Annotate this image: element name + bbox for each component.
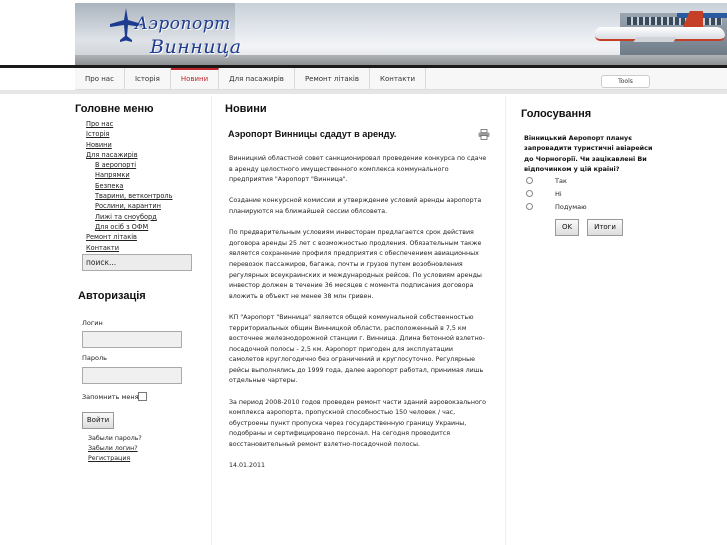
submenu-link[interactable]: Тварини, ветконтроль: [95, 191, 173, 201]
poll-results-button[interactable]: Итоги: [587, 219, 623, 236]
submenu-link[interactable]: Для осіб з ОФМ: [95, 222, 173, 232]
poll-question: Вінницький Аеропорт планує запровадити т…: [524, 134, 653, 174]
poll-title: Голосування: [521, 108, 592, 120]
forgot-password-link[interactable]: Забыли пароль?: [88, 435, 142, 442]
menu-link[interactable]: Історія: [86, 129, 173, 139]
submenu-link[interactable]: В аеропорті: [95, 160, 173, 170]
nav-item[interactable]: Ремонт літаків: [295, 68, 370, 89]
article-paragraph: КП "Аэропорт "Винница" является общей ко…: [229, 313, 485, 385]
radio-icon[interactable]: [526, 177, 533, 184]
article-paragraph: По предварительным условиям инвесторам п…: [229, 229, 482, 300]
article-paragraph: Винницкий областной совет санкционировал…: [229, 155, 487, 184]
column-divider: [211, 96, 212, 545]
forgot-login-link[interactable]: Забыли логин?: [88, 445, 138, 452]
article-date: 14.01.2011: [229, 462, 266, 470]
nav-divider: [0, 90, 727, 94]
nav-item[interactable]: Історія: [125, 68, 171, 89]
login-field[interactable]: [82, 331, 182, 348]
poll-ok-button[interactable]: OK: [555, 219, 579, 236]
login-button[interactable]: Войти: [82, 412, 114, 429]
logo-text-line1[interactable]: Аэропорт: [135, 14, 231, 34]
remember-checkbox[interactable]: [138, 392, 147, 401]
tools-button[interactable]: Tools: [601, 75, 650, 88]
poll-option-label: Ні: [555, 190, 562, 198]
menu-link[interactable]: Про нас: [86, 119, 173, 129]
menu-link[interactable]: Контакти: [86, 243, 173, 253]
password-label: Пароль: [82, 354, 107, 362]
submenu-link[interactable]: Лижі та сноуборд: [95, 212, 173, 222]
menu-link[interactable]: Новини: [86, 140, 173, 150]
poll-option-label: Так: [555, 177, 567, 185]
submenu-link[interactable]: Безпека: [95, 181, 173, 191]
search-input[interactable]: поиск...: [82, 254, 192, 271]
nav-item[interactable]: Контакти: [370, 68, 427, 89]
poll-radio-no[interactable]: [526, 190, 533, 197]
logo-text-line2[interactable]: Винница: [150, 36, 242, 58]
main-menu: Про нас Історія Новини Для пасажирів В аероп…: [86, 119, 173, 253]
nav-item[interactable]: Про нас: [75, 68, 125, 89]
submenu-link[interactable]: Напрямки: [95, 170, 173, 180]
remember-label: Запомнить меня: [82, 393, 139, 401]
news-section-title: Новини: [225, 103, 267, 115]
main-menu-title: Головне меню: [75, 103, 154, 115]
nav-item[interactable]: Новини: [170, 68, 220, 89]
terminal-windows: [627, 17, 722, 25]
auth-title: Авторизація: [78, 290, 146, 302]
poll-option-label: Подумаю: [555, 203, 587, 211]
article-paragraph: Создание конкурсной комиссии и утвержден…: [229, 197, 482, 215]
submenu-link[interactable]: Рослини, карантин: [95, 201, 173, 211]
radio-icon[interactable]: [526, 203, 533, 210]
poll-radio-yes[interactable]: [526, 177, 533, 184]
login-label: Логин: [82, 319, 103, 327]
printer-icon[interactable]: [478, 129, 490, 140]
article-title: Аэропорт Винницы сдадут в аренду.: [228, 129, 397, 139]
poll-radio-maybe[interactable]: [526, 203, 533, 210]
jet-wing: [633, 37, 677, 42]
menu-link[interactable]: Для пасажирів: [86, 150, 173, 160]
menu-link[interactable]: Ремонт літаків: [86, 232, 173, 242]
article-body: Винницкий областной совет санкционировал…: [229, 154, 489, 472]
nav-item[interactable]: Для пасажирів: [219, 68, 295, 89]
radio-icon[interactable]: [526, 190, 533, 197]
column-divider: [505, 96, 506, 545]
article-paragraph: За период 2008-2010 годов проведен ремон…: [229, 398, 487, 449]
password-field[interactable]: [82, 367, 182, 384]
register-link[interactable]: Регистрация: [88, 455, 130, 462]
